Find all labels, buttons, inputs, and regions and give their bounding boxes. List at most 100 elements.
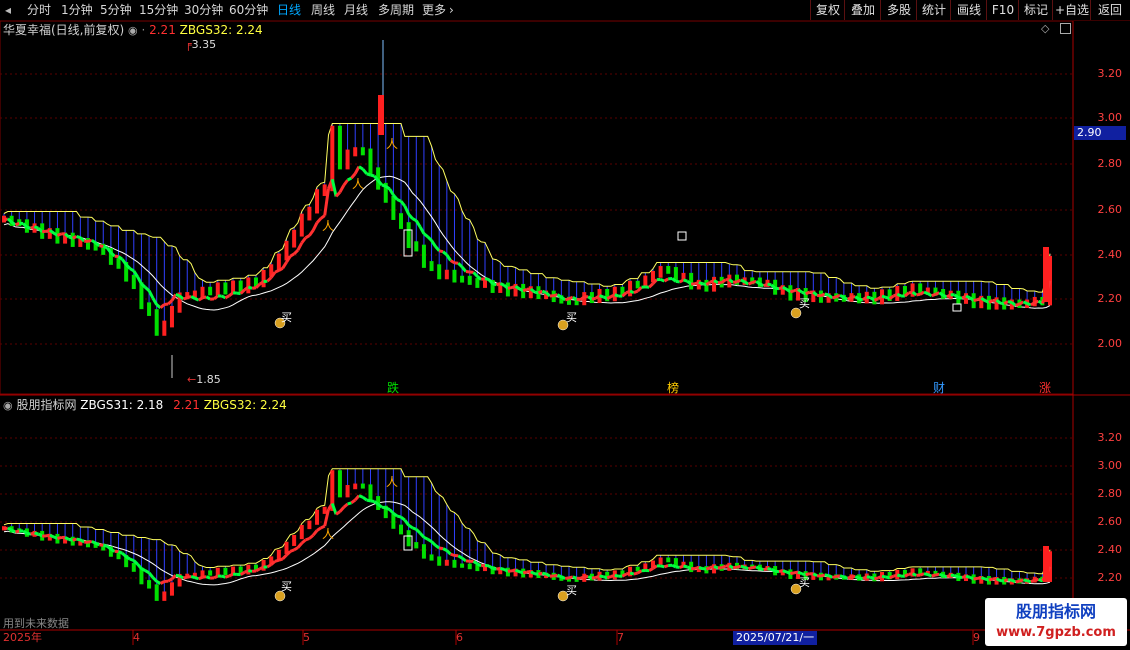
axis-tick-label: 2.20 xyxy=(1097,571,1123,584)
main-trend-line xyxy=(274,269,280,274)
main-trend-line xyxy=(541,289,547,295)
chevron-down-icon[interactable]: ◉ xyxy=(128,24,138,37)
period-tab[interactable]: 1分钟 xyxy=(61,2,93,18)
runner-icon: 人 xyxy=(386,475,398,489)
ind-trend-line xyxy=(110,547,116,553)
ind-trend-line xyxy=(385,506,391,511)
ind-trend-line xyxy=(64,536,70,541)
ind-trend-line xyxy=(228,572,234,578)
ind-trend-line xyxy=(316,526,322,532)
ind-trend-line xyxy=(330,502,338,515)
main-trend-line xyxy=(175,293,181,298)
toolbar-button[interactable]: 统计 xyxy=(916,0,951,20)
ind-trend-line xyxy=(342,502,349,509)
main-trend-line xyxy=(224,294,230,300)
main-upper-line xyxy=(3,123,1051,293)
main-trend-line xyxy=(68,235,74,240)
ind-trend-line xyxy=(988,577,994,582)
buy-signal: 买 xyxy=(281,311,292,324)
runner-icon: 人 xyxy=(322,527,334,541)
ind-trend-line xyxy=(980,576,986,581)
toolbar-button[interactable]: +自选 xyxy=(1052,0,1091,20)
main-candle xyxy=(116,258,121,269)
axis-tick-label: 2.80 xyxy=(1097,487,1123,500)
chevron-down-icon[interactable]: ◉ xyxy=(3,399,13,412)
toolbar-button[interactable]: F10 xyxy=(986,0,1019,20)
ind-trend-line xyxy=(1030,578,1036,584)
period-tab[interactable]: 60分钟 xyxy=(229,2,268,18)
period-tab[interactable]: 日线 xyxy=(277,2,301,18)
ind-candle xyxy=(299,524,304,540)
period-tab[interactable]: 月线 xyxy=(344,2,368,18)
ind-trend-line xyxy=(1022,578,1028,583)
ind-upper-line xyxy=(3,468,1051,575)
main-trend-line xyxy=(736,278,742,284)
ind-trend-line xyxy=(660,564,665,569)
ind-trend-line xyxy=(457,554,463,560)
main-trend-line xyxy=(507,286,512,290)
main-trend-line xyxy=(144,286,151,292)
toolbar-button[interactable]: 多股 xyxy=(880,0,917,20)
toolbar-button[interactable]: 标记 xyxy=(1018,0,1053,20)
main-candle xyxy=(635,280,640,289)
ind-trend-line xyxy=(91,540,97,545)
toolbar-button[interactable]: 叠加 xyxy=(844,0,881,20)
period-tab[interactable]: 更多 xyxy=(422,2,446,18)
ind-trend-line xyxy=(843,575,849,580)
ind-trend-line xyxy=(728,564,734,570)
maximize-icon[interactable] xyxy=(1060,23,1071,34)
ind-trend-line xyxy=(648,567,654,572)
chevron-right-icon[interactable]: › xyxy=(449,2,454,18)
ind-trend-line xyxy=(805,572,810,577)
period-tab[interactable]: 周线 xyxy=(311,2,335,18)
ind-trend-line xyxy=(213,574,219,580)
chevron-left-icon[interactable]: ◂ xyxy=(5,2,11,18)
ind-trend-line xyxy=(308,534,315,540)
ind-trend-line xyxy=(721,564,727,570)
main-trend-line xyxy=(892,292,898,298)
event-marker-finance[interactable]: 财 xyxy=(932,381,946,395)
main-candle xyxy=(368,148,373,175)
toolbar-button[interactable]: 复权 xyxy=(810,0,845,20)
ind-trend-line xyxy=(140,567,146,572)
event-marker-up[interactable]: 涨 xyxy=(1038,381,1052,395)
main-trend-line xyxy=(167,299,174,306)
period-tab[interactable]: 分时 xyxy=(27,2,51,18)
main-trend-line xyxy=(789,289,795,294)
main-trend-line xyxy=(159,303,166,309)
main-candle xyxy=(391,196,396,220)
zbgs32-value: 2.24 xyxy=(235,23,263,37)
main-trend-line xyxy=(518,287,524,293)
period-tab[interactable]: 多周期 xyxy=(378,2,414,18)
event-marker-rank[interactable]: 榜 xyxy=(666,381,680,395)
main-trend-line xyxy=(843,296,849,301)
ind-trend-line xyxy=(147,571,155,579)
ind-candle xyxy=(460,563,465,568)
kline-chart[interactable]: 人人人人人 xyxy=(0,21,1130,650)
ind-trend-line xyxy=(545,572,551,578)
toolbar-button[interactable]: 画线 xyxy=(950,0,987,20)
ind-trend-line xyxy=(289,548,295,553)
main-candle xyxy=(437,264,442,280)
period-tab[interactable]: 30分钟 xyxy=(184,2,223,18)
ind-trend-line xyxy=(136,563,143,570)
ind-trend-line xyxy=(418,532,426,539)
toolbar-button[interactable]: 返回 xyxy=(1090,0,1129,20)
ind-trend-line xyxy=(26,531,31,536)
main-trend-line xyxy=(197,296,204,302)
ind-trend-line xyxy=(832,575,837,579)
main-trend-line xyxy=(26,225,32,230)
event-marker-down[interactable]: 跌 xyxy=(386,381,400,395)
main-trend-line xyxy=(1018,300,1025,306)
diamond-icon[interactable]: ◇ xyxy=(1041,22,1049,35)
main-trend-line xyxy=(698,281,704,286)
main-trend-line xyxy=(147,290,155,299)
ind-trend-line xyxy=(835,574,841,579)
period-tab[interactable]: 15分钟 xyxy=(139,2,178,18)
main-candle xyxy=(460,275,465,283)
date-cursor: 2025/07/21/一 xyxy=(733,631,818,645)
ind-trend-line xyxy=(556,573,562,579)
main-trend-line xyxy=(342,179,349,187)
ind-trend-line xyxy=(221,574,226,579)
period-tab[interactable]: 5分钟 xyxy=(100,2,132,18)
